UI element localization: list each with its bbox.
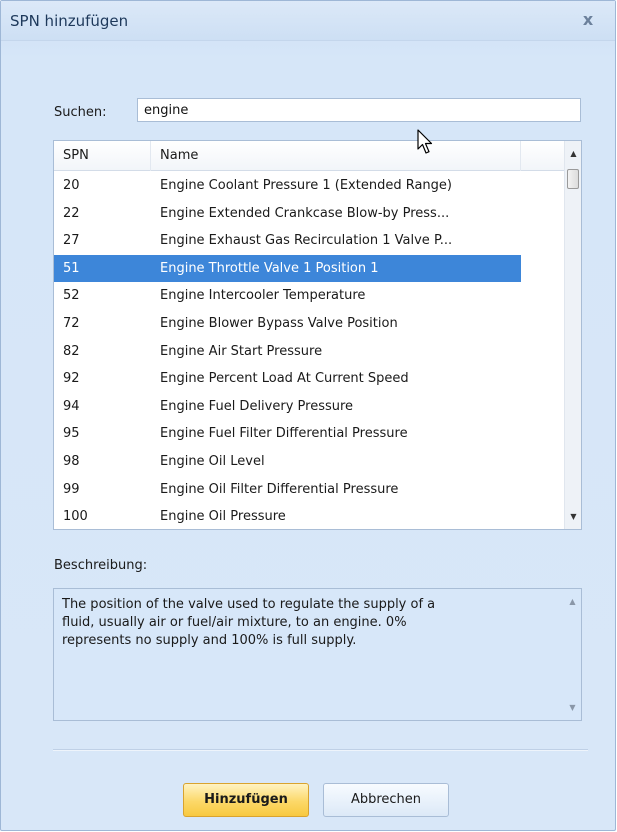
spn-dialog: SPN hinzufügen x Suchen: SPN Name 20 Engi… (0, 0, 616, 831)
divider (53, 749, 588, 751)
table-row[interactable]: 27 Engine Exhaust Gas Recirculation 1 Val… (54, 227, 565, 255)
cell-name: Engine Oil Level (160, 453, 265, 469)
add-button[interactable]: Hinzufügen (183, 783, 309, 817)
title-bar[interactable]: SPN hinzufügen x (1, 1, 615, 41)
table-row[interactable]: 82 Engine Air Start Pressure (54, 338, 565, 366)
table-row[interactable]: 99 Engine Oil Filter Differential Pressur… (54, 476, 565, 504)
close-icon[interactable]: x (577, 9, 599, 31)
cell-name: Engine Extended Crankcase Blow-by Press.… (160, 205, 450, 221)
cell-name: Engine Oil Pressure (160, 509, 286, 525)
cell-name: Engine Fuel Filter Differential Pressure (160, 426, 408, 442)
table-row[interactable]: 100 Engine Oil Pressure (54, 503, 565, 529)
table-row[interactable]: 98 Engine Oil Level (54, 448, 565, 476)
cell-spn: 82 (63, 343, 80, 359)
table-row[interactable]: 22 Engine Extended Crankcase Blow-by Pres… (54, 200, 565, 228)
list-rows: 20 Engine Coolant Pressure 1 (Extended Ra… (54, 172, 565, 529)
column-header-spn[interactable]: SPN (54, 141, 151, 171)
chevron-up-icon[interactable]: ▲ (565, 145, 581, 162)
table-row[interactable]: 20 Engine Coolant Pressure 1 (Extended Ra… (54, 172, 565, 200)
cell-spn: 22 (63, 205, 80, 221)
cell-spn: 20 (63, 178, 80, 193)
cell-spn: 72 (63, 315, 80, 331)
table-row[interactable]: 72 Engine Blower Bypass Valve Position (54, 310, 565, 338)
description-box[interactable]: The position of the valve used to regula… (53, 588, 582, 721)
cell-name: Engine Percent Load At Current Speed (160, 371, 409, 387)
spn-list[interactable]: SPN Name 20 Engine Coolant Pressure 1 (Ex… (53, 140, 582, 530)
table-row[interactable]: 94 Engine Fuel Delivery Pressure (54, 393, 565, 421)
cell-name: Engine Intercooler Temperature (160, 288, 366, 304)
list-scrollbar[interactable]: ▲ ▼ (564, 141, 581, 529)
cell-name: Engine Throttle Valve 1 Position 1 (160, 260, 379, 276)
dialog-title: SPN hinzufügen (10, 12, 129, 30)
cell-name: Engine Oil Filter Differential Pressure (160, 481, 399, 497)
cell-spn: 94 (63, 398, 80, 414)
cell-name: Engine Coolant Pressure 1 (Extended Rang… (160, 178, 452, 193)
column-header-name[interactable]: Name (151, 141, 521, 171)
list-header: SPN Name (54, 141, 565, 171)
cancel-button[interactable]: Abbrechen (323, 783, 449, 817)
cell-spn: 51 (63, 260, 80, 276)
chevron-down-icon[interactable]: ▼ (564, 699, 581, 716)
table-row[interactable]: 92 Engine Percent Load At Current Speed (54, 365, 565, 393)
mouse-pointer-icon (417, 129, 433, 154)
table-row[interactable]: 51 Engine Throttle Valve 1 Position 1 (54, 254, 521, 283)
cell-spn: 99 (63, 481, 80, 497)
table-row[interactable]: 95 Engine Fuel Filter Differential Pressu… (54, 420, 565, 448)
cell-spn: 100 (63, 509, 88, 525)
description-scrollbar[interactable]: ▲ ▼ (564, 589, 581, 720)
cell-name: Engine Fuel Delivery Pressure (160, 398, 354, 414)
cell-spn: 92 (63, 371, 80, 387)
description-text: The position of the valve used to regula… (62, 597, 436, 648)
cell-spn: 52 (63, 288, 80, 304)
cell-name: Engine Blower Bypass Valve Position (160, 315, 398, 331)
cell-spn: 95 (63, 426, 80, 442)
cell-spn: 98 (63, 453, 80, 469)
scrollbar-thumb[interactable] (567, 169, 579, 189)
search-input[interactable] (137, 98, 581, 122)
cell-name: Engine Exhaust Gas Recirculation 1 Valve… (160, 233, 453, 249)
cell-name: Engine Air Start Pressure (160, 343, 323, 359)
cell-spn: 27 (63, 233, 80, 249)
search-label: Suchen: (54, 105, 107, 120)
table-row[interactable]: 52 Engine Intercooler Temperature (54, 282, 565, 310)
chevron-up-icon[interactable]: ▲ (564, 593, 581, 610)
chevron-down-icon[interactable]: ▼ (565, 508, 581, 525)
description-label: Beschreibung: (54, 558, 148, 573)
